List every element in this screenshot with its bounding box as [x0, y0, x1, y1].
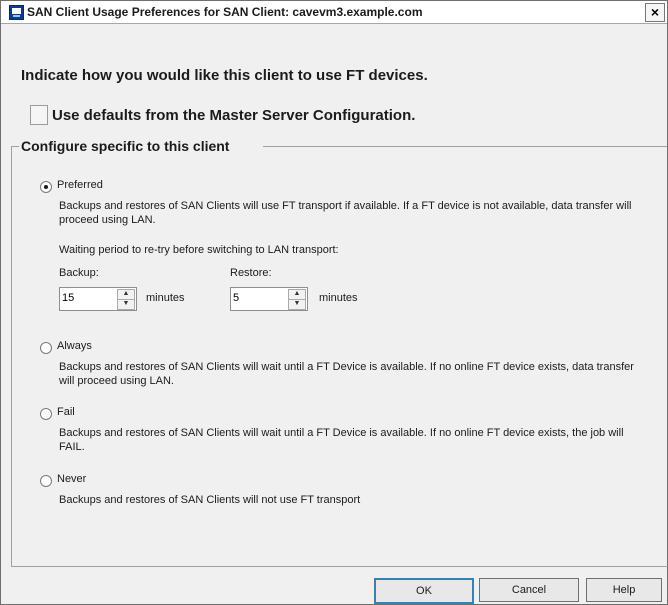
backup-units-label: minutes — [146, 292, 185, 304]
dialog-window: SAN Client Usage Preferences for SAN Cli… — [0, 0, 668, 605]
netbackup-app-icon — [9, 5, 24, 20]
radio-button-fail[interactable] — [40, 408, 52, 420]
waiting-period-label: Waiting period to re-try before switchin… — [59, 244, 339, 256]
never-description: Backups and restores of SAN Clients will… — [59, 494, 361, 506]
radio-label-preferred[interactable]: Preferred — [57, 179, 103, 191]
use-defaults-label[interactable]: Use defaults from the Master Server Conf… — [52, 107, 415, 124]
spin-down-icon[interactable]: ▼ — [288, 299, 306, 310]
backup-label: Backup: — [59, 267, 99, 279]
radio-button-preferred[interactable] — [40, 181, 52, 193]
group-box-top-edge — [263, 146, 667, 147]
help-button[interactable]: Help — [586, 578, 662, 602]
restore-minutes-stepper[interactable]: ▲ ▼ — [230, 287, 308, 311]
use-defaults-checkbox[interactable] — [30, 105, 48, 125]
fail-description: Backups and restores of SAN Clients will… — [59, 427, 624, 453]
preferred-description: Backups and restores of SAN Clients will… — [59, 200, 632, 226]
dialog-heading: Indicate how you would like this client … — [21, 67, 428, 84]
window-title: SAN Client Usage Preferences for SAN Cli… — [27, 5, 423, 19]
backup-minutes-stepper[interactable]: ▲ ▼ — [59, 287, 137, 311]
spin-down-icon[interactable]: ▼ — [117, 299, 135, 310]
close-icon[interactable]: × — [645, 3, 665, 22]
restore-label: Restore: — [230, 267, 272, 279]
title-bar[interactable]: SAN Client Usage Preferences for SAN Cli… — [1, 1, 667, 24]
app-icon-base — [13, 15, 20, 17]
radio-selected-dot — [44, 185, 48, 189]
group-box-top-edge — [11, 146, 19, 147]
app-icon-screen — [12, 8, 21, 14]
radio-button-never[interactable] — [40, 475, 52, 487]
restore-units-label: minutes — [319, 292, 358, 304]
always-description: Backups and restores of SAN Clients will… — [59, 361, 634, 387]
radio-button-always[interactable] — [40, 342, 52, 354]
radio-label-never[interactable]: Never — [57, 473, 86, 485]
cancel-button[interactable]: Cancel — [479, 578, 579, 602]
radio-label-always[interactable]: Always — [57, 340, 92, 352]
radio-label-fail[interactable]: Fail — [57, 406, 75, 418]
restore-minutes-input[interactable] — [233, 290, 281, 306]
ok-button[interactable]: OK — [374, 578, 474, 604]
group-box-title: Configure specific to this client — [21, 138, 234, 154]
backup-minutes-input[interactable] — [62, 290, 110, 306]
